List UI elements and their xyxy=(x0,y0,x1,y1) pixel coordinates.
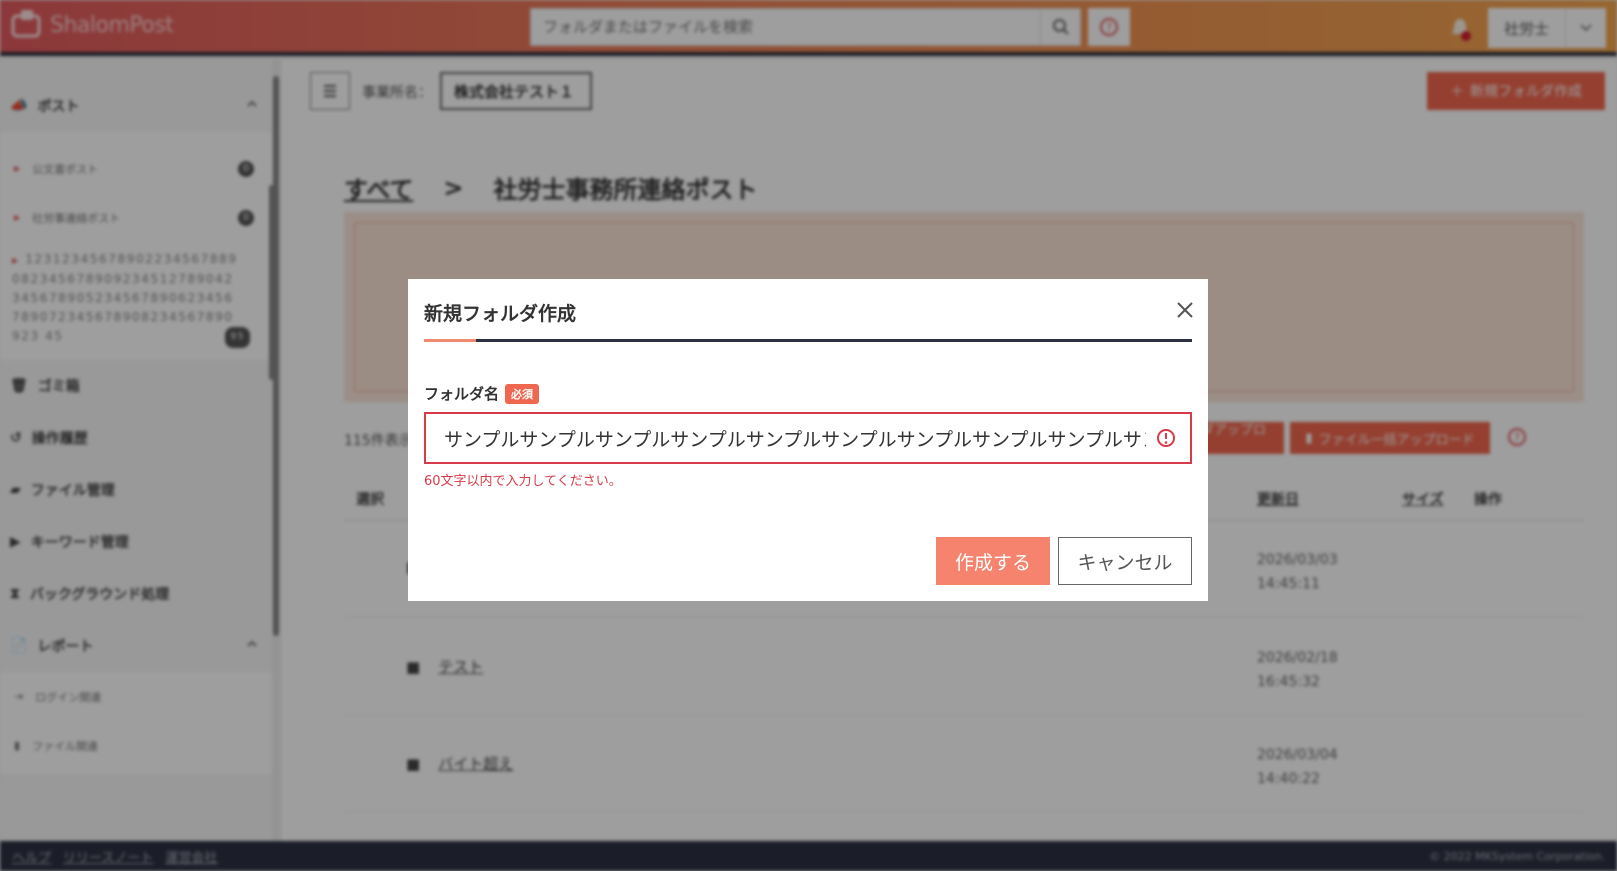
dialog-divider xyxy=(424,339,1192,342)
folder-name-label: フォルダ名 必須 xyxy=(424,383,540,404)
folder-name-input[interactable] xyxy=(444,427,1146,449)
field-label-text: フォルダ名 xyxy=(424,385,500,403)
required-badge: 必須 xyxy=(505,383,540,404)
close-icon xyxy=(1177,302,1193,318)
dialog-title: 新規フォルダ作成 xyxy=(424,303,577,325)
folder-name-field[interactable] xyxy=(424,412,1192,464)
close-button[interactable] xyxy=(1172,297,1198,323)
error-icon xyxy=(1157,429,1175,447)
new-folder-dialog: 新規フォルダ作成 フォルダ名 必須 60文字以内で入力してください。 作成する … xyxy=(408,279,1208,601)
cancel-button[interactable]: キャンセル xyxy=(1058,537,1192,585)
validation-error: 60文字以内で入力してください。 xyxy=(424,474,622,489)
create-button[interactable]: 作成する xyxy=(936,537,1050,585)
